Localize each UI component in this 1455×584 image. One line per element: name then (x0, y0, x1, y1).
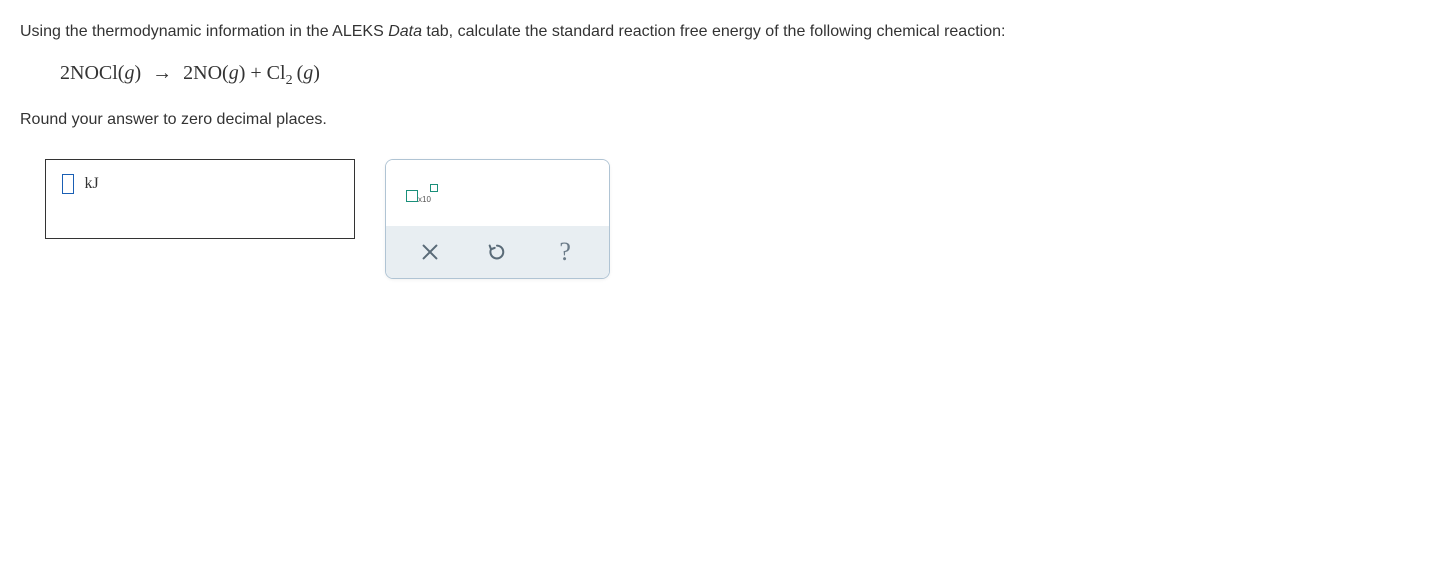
reactant-formula: NOCl (70, 62, 118, 84)
product2-formula: Cl (267, 62, 286, 84)
question-part1: Using the thermodynamic information in t… (20, 23, 388, 40)
arrow-icon: → (152, 62, 172, 84)
sci-exp-icon (430, 184, 438, 192)
question-italic: Data (388, 23, 422, 40)
reactant-coef: 2 (60, 62, 70, 84)
scientific-notation-button[interactable]: x10 (406, 184, 438, 202)
product1-formula: NO (193, 62, 222, 84)
question-text: Using the thermodynamic information in t… (20, 20, 1435, 44)
answer-input[interactable] (62, 174, 74, 194)
sci-x10-label: x10 (418, 195, 431, 204)
clear-button[interactable] (405, 232, 455, 272)
answer-box: kJ (45, 159, 355, 239)
tool-top-row: x10 (386, 160, 609, 226)
reactant-state: g (124, 62, 134, 84)
product2-state: g (303, 62, 313, 84)
sci-box-icon (406, 190, 418, 202)
answer-unit: kJ (84, 175, 98, 192)
rounding-instruction: Round your answer to zero decimal places… (20, 111, 1435, 129)
reset-button[interactable] (472, 232, 522, 272)
tool-panel: x10 ? (385, 159, 610, 279)
tool-bottom-row: ? (386, 226, 609, 278)
undo-icon (486, 241, 508, 263)
product1-coef: 2 (183, 62, 193, 84)
product2-sub: 2 (286, 73, 293, 88)
help-button[interactable]: ? (540, 232, 590, 272)
product1-state: g (229, 62, 239, 84)
x-icon (419, 241, 441, 263)
question-part2: tab, calculate the standard reaction fre… (422, 23, 1005, 40)
chemical-equation: 2NOCl(g) → 2NO(g) + Cl2 (g) (60, 62, 1435, 89)
question-mark-icon: ? (559, 237, 571, 267)
answer-input-wrapper[interactable]: kJ (62, 174, 99, 194)
